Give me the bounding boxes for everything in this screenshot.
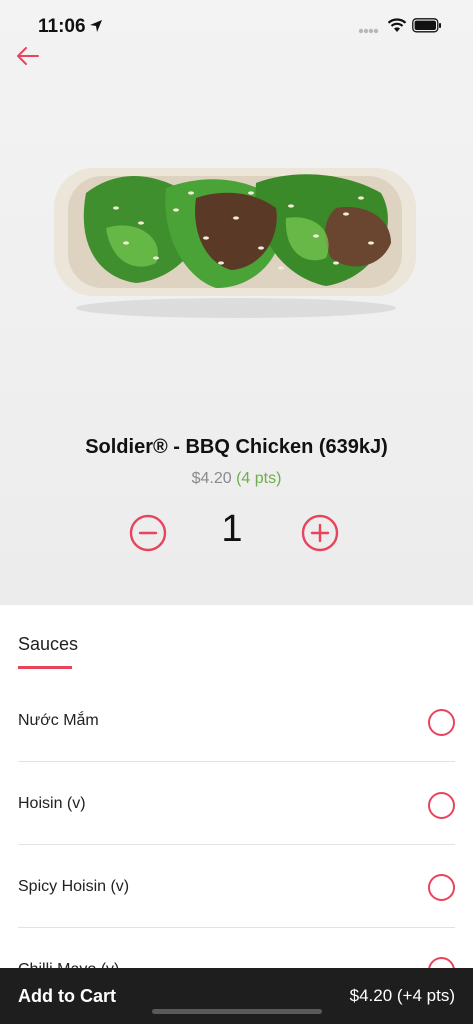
add-to-cart-label: Add to Cart: [18, 986, 116, 1006]
battery-icon: [412, 18, 441, 33]
tab-active-underline: [18, 666, 72, 669]
increase-quantity-button[interactable]: [301, 514, 339, 552]
option-radio[interactable]: [428, 709, 455, 736]
option-row-nuoc-mam[interactable]: Nước Mắm: [18, 680, 455, 763]
product-hero: 11:06 Soldier® - BBQ Chicken (639kJ) $4.…: [0, 0, 473, 605]
add-to-cart-button[interactable]: Add to Cart $4.20 (+4 pts): [0, 968, 473, 1024]
option-row-spicy-hoisin[interactable]: Spicy Hoisin (v): [18, 845, 455, 928]
location-arrow-icon: [90, 20, 102, 32]
quantity-value: 1: [221, 508, 243, 550]
cart-total: $4.20 (+4 pts): [349, 986, 455, 1005]
status-time: 11:06: [38, 16, 86, 37]
option-radio[interactable]: [428, 874, 455, 901]
price-line: $4.20 (4 pts): [0, 470, 473, 488]
product-points: (4 pts): [236, 470, 282, 487]
wifi-icon: [387, 18, 407, 32]
option-row-hoisin[interactable]: Hoisin (v): [18, 762, 455, 845]
product-image: [54, 168, 416, 318]
product-name: Soldier® - BBQ Chicken (639kJ): [85, 436, 388, 458]
home-indicator: [152, 1009, 322, 1014]
cellular-signal-icon: [358, 28, 379, 34]
status-bar: 11:06: [0, 0, 473, 50]
tab-sauces[interactable]: Sauces: [18, 634, 78, 655]
back-arrow-icon[interactable]: [14, 42, 42, 70]
option-label: Spicy Hoisin (v): [18, 878, 130, 895]
option-label: Hoisin (v): [18, 795, 86, 812]
option-label: Nước Mắm: [18, 712, 99, 729]
decrease-quantity-button[interactable]: [129, 514, 167, 552]
option-radio[interactable]: [428, 792, 455, 819]
product-price: $4.20: [191, 470, 232, 487]
